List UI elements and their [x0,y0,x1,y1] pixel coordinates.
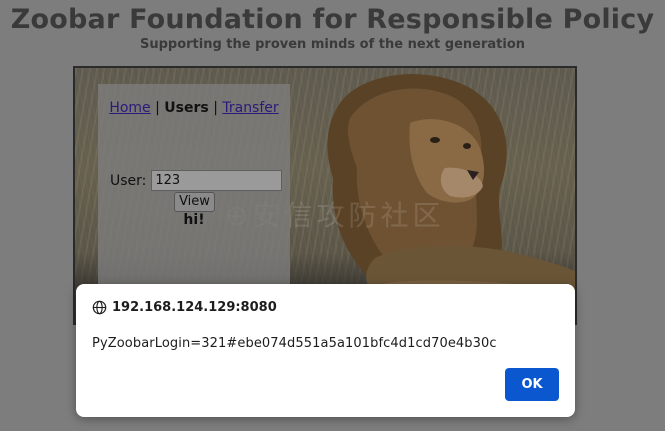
nav-separator: | [213,100,218,116]
site-subtitle: Supporting the proven minds of the next … [139,37,526,52]
alert-dialog: 192.168.124.129:8080 PyZoobarLogin=321#e… [76,284,575,417]
page-header: Zoobar Foundation for Responsible Policy… [0,0,665,53]
view-button[interactable]: View [174,192,215,212]
user-lookup-row: User: [110,170,283,191]
dialog-origin-text: 192.168.124.129:8080 [112,300,277,315]
top-nav: Home | Users | Transfer [98,100,290,116]
ok-button[interactable]: OK [505,368,559,401]
user-label: User: [110,172,147,189]
globe-icon [92,300,107,315]
user-input[interactable] [151,170,283,191]
profile-result: hi! [183,212,205,228]
site-title: Zoobar Foundation for Responsible Policy [10,4,655,35]
nav-separator: | [155,100,160,116]
dialog-origin: 192.168.124.129:8080 [92,300,277,315]
nav-link-transfer[interactable]: Transfer [222,100,278,116]
nav-current-users: Users [164,100,209,116]
nav-link-home[interactable]: Home [109,100,150,116]
dialog-message: PyZoobarLogin=321#ebe074d551a5a101bfc4d1… [92,336,497,351]
